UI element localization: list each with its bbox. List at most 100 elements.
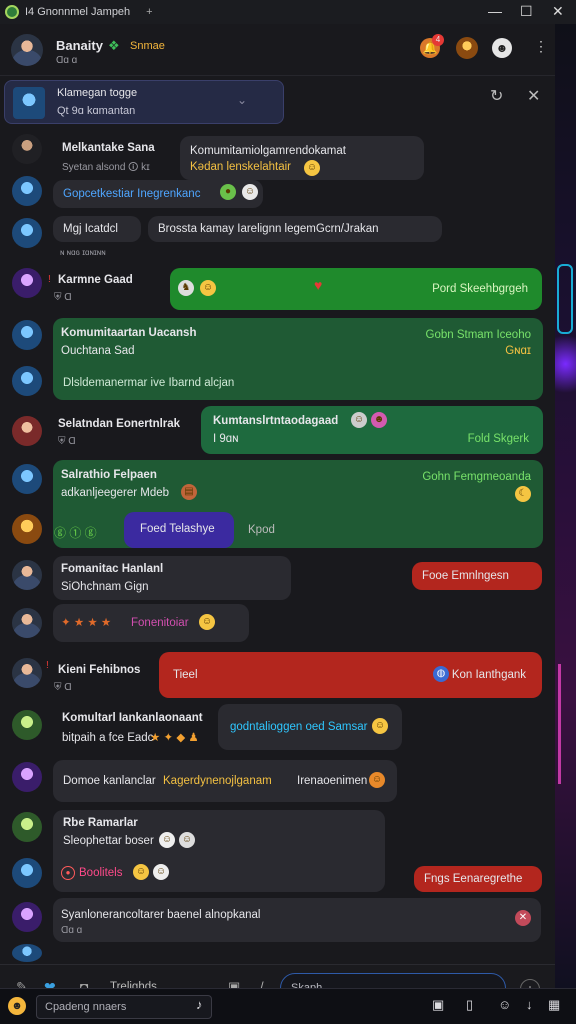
emoji-icon: ☺ [369,772,385,788]
avatar[interactable] [12,944,42,962]
emoji-icon: ☺ [133,864,149,880]
message-bubble[interactable]: Fooe Emnlngesn [412,562,542,590]
avatar[interactable] [12,762,42,792]
avatar[interactable] [12,416,42,446]
message-tag: Kon Ianthgank [451,669,526,681]
reaction-icon[interactable]: ✕ [515,910,531,926]
message-text: SiOhchnam Gign [61,581,149,593]
avatar[interactable] [12,464,42,494]
avatar[interactable] [12,902,42,932]
avatar[interactable] [12,320,42,350]
shield-icon: ⛨ Ɑ [54,682,72,693]
emoji-icon: ● [220,184,236,200]
contact-name[interactable]: Banaity [56,38,103,53]
message-bubble[interactable]: Domoe kanlanclar Kagerdynenojlganam Iren… [53,760,397,802]
background-wallpaper [555,24,576,988]
card-title: Salrathio Felpaen [61,469,157,481]
message-text: Komumitamiolgamrendokamat [190,145,346,157]
message-meta: Ɑɑ ɑ [61,925,83,936]
message-card[interactable]: Komumitaartan Uacansh Ouchtana Sad Gobn … [53,318,543,400]
grid-icon[interactable]: ▦ [548,997,560,1013]
message-bubble[interactable]: Fomanitac Hanlanl SiOhchnam Gign [53,556,291,600]
message-author: Fomanitac Hanlanl [61,563,164,575]
message-pill[interactable]: Foed Telashye [124,512,234,548]
message-text: Tieel [173,669,198,681]
avatar[interactable] [12,134,42,164]
message-text: godntalioggen oed Samsar [230,721,368,733]
message-bubble[interactable]: ♞ ☺ ♥ Pord Skeehbgrgeh [170,268,542,310]
message-text: Gopcetkestiar Inegrenkanc [63,188,201,200]
message-author: Selatndan Eonertnlrak [58,418,181,430]
start-icon[interactable]: ☻ [8,997,26,1015]
avatar[interactable] [12,514,42,544]
more-menu-icon[interactable]: ⋮ [534,38,548,55]
maximize-button[interactable]: ☐ [520,3,533,20]
message-tag: Fold Skgerk [467,433,529,445]
message-text: Fooe Emnlngesn [422,570,509,582]
verified-icon: ❖ [108,38,120,53]
alert-icon: ! [48,274,51,285]
avatar[interactable] [12,608,42,638]
avatar[interactable] [12,176,42,206]
emoji-icon: ☻ [371,412,387,428]
message-text: Irenaoenimen [297,775,368,787]
message-bubble[interactable]: Tieel ◍ Kon Ianthgank [159,652,542,698]
pinned-notice[interactable]: Klamegan togge Qt 9ɑ kɑmantan ⌄ [4,80,284,124]
message-bubble[interactable]: Syanlonerancoltarer baenel alnopkanal Ɑɑ… [53,898,541,942]
message-text: Fngs Eenaregrethe [424,873,523,885]
message-text: Kpod [248,524,275,536]
contact-tag: Snmae [130,40,165,52]
message-card[interactable]: Rbe Ramarlar Sleophettar boser ☺ ☺ ● Boo… [53,810,385,892]
avatar[interactable] [12,858,42,888]
download-icon[interactable]: ↓ [526,997,533,1012]
record-icon[interactable]: ● [61,866,75,880]
avatar[interactable] [11,34,43,66]
message-bubble[interactable]: ✦ ★ ★ ★ Fonenitoiar ☺ [53,604,249,642]
card-tag: Gɴɑɪ [505,345,531,357]
contact-status: Ɑɑ ɑ [56,55,78,66]
close-icon[interactable]: ✕ [527,86,540,106]
emoji-icon: ☺ [372,718,388,734]
card-subtitle: Ouchtana Sad [61,345,135,357]
avatar[interactable] [12,812,42,842]
message-author: Melkantake Sana [62,142,155,154]
chat-header: Banaity ❖ Snmae Ɑɑ ɑ 🔔 4 ☻ ⋮ [0,24,555,76]
action-button[interactable]: Boolitels [79,866,122,880]
globe-icon: ◍ [433,666,449,682]
avatar[interactable] [12,710,42,740]
avatar[interactable] [12,560,42,590]
avatar[interactable] [12,658,42,688]
message-bubble[interactable]: Fngs Eenaregrethe [414,866,542,892]
taskbar: ☻ Cpadeng nnaers ♪ ▣ ▯ ☺ ↓ ▦ [0,988,576,1024]
new-tab-button[interactable]: + [146,6,152,18]
message-text: bitpaih a fce Eadc [62,732,154,744]
avatar[interactable] [12,218,42,248]
message-bubble[interactable]: godntalioggen oed Samsar ☺ [218,704,402,750]
message-text: Fonenitoiar [131,617,189,629]
user-avatar[interactable] [456,37,478,59]
message-bubble[interactable]: Komumitamiolgamrendokamat Kədan lenskela… [180,136,424,180]
minimize-button[interactable]: — [488,3,502,19]
taskbar-search[interactable]: Cpadeng nnaers [36,995,212,1019]
avatar[interactable] [12,366,42,396]
message-bubble[interactable]: Brossta kamay Iarelignn legemGcrn/Jrakan [148,216,442,242]
message-bubble[interactable]: Kumtanslrtntaodagaad ☺ ☻ I 9ɑɴ Fold Skge… [201,406,543,454]
neon-decoration [555,324,576,404]
message-chip[interactable]: Mgj Icatdcl [53,216,141,242]
message-author: Kieni Fehibnos [58,664,141,676]
avatar[interactable] [12,268,42,298]
message-text: Syanlonerancoltarer baenel alnopkanal [61,909,261,921]
chevron-down-icon[interactable]: ⌄ [237,93,247,107]
emoji-icon: ▤ [181,484,197,500]
emoji-icon[interactable]: ☺ [498,997,511,1012]
refresh-icon[interactable]: ↻ [490,86,503,106]
alert-icon: ! [46,660,49,671]
music-icon[interactable]: ♪ [196,997,203,1012]
window-icon[interactable]: ▣ [432,997,444,1013]
window-titlebar: I4 Gnonnmel Jampeh + — ☐ ✕ [0,0,576,24]
card-title: Komumitaartan Uacansh [61,327,197,339]
tablet-icon[interactable]: ▯ [466,997,473,1013]
close-window-button[interactable]: ✕ [552,3,564,20]
emoji-face-icon[interactable]: ☻ [492,38,512,58]
emoji-icon: ♞ [178,280,194,296]
